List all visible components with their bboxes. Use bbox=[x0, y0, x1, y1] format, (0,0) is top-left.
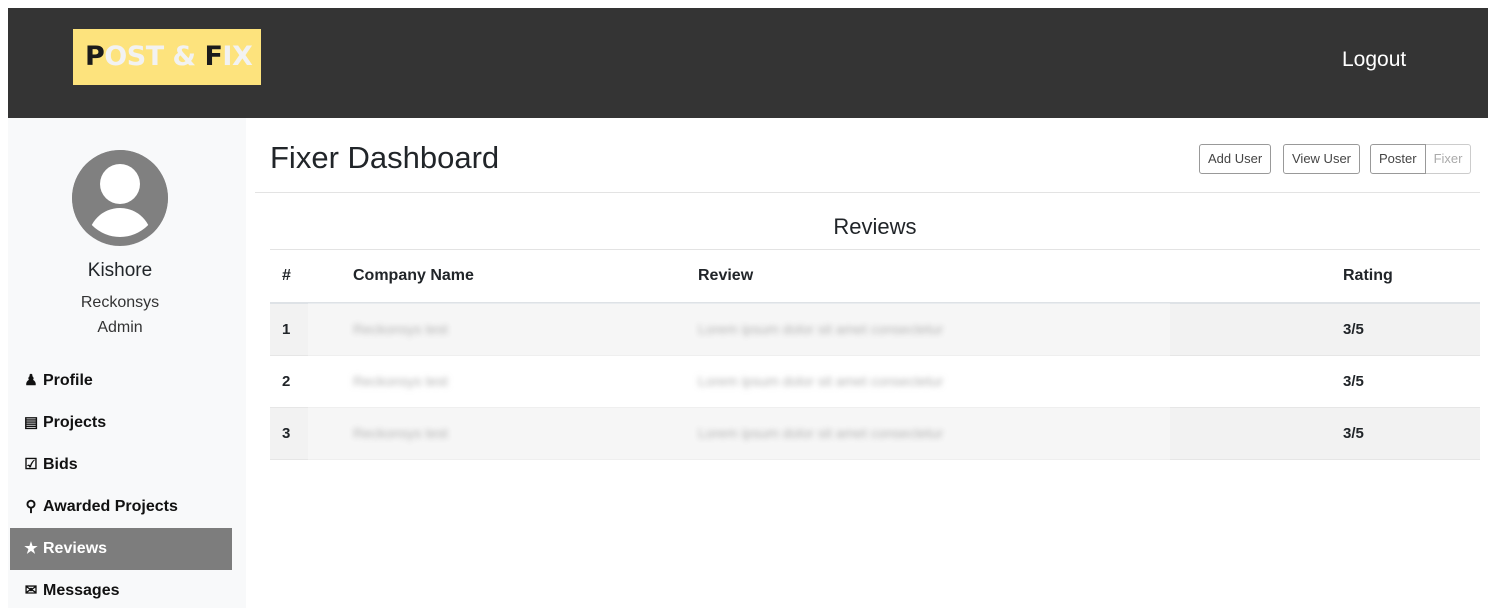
view-user-button[interactable]: View User bbox=[1283, 144, 1361, 174]
add-user-group: Add User bbox=[1199, 144, 1272, 174]
sidebar-item-bids[interactable]: ☑ Bids bbox=[10, 444, 232, 486]
user-icon: ♟ bbox=[24, 372, 38, 389]
row-number: 3 bbox=[282, 425, 291, 442]
rating: 3/5 bbox=[1343, 321, 1364, 338]
user-role: Admin bbox=[97, 319, 143, 336]
sidebar-nav: ♟ Profile ▤ Projects ☑ Bids ⚲ Awarded Pr… bbox=[10, 360, 232, 612]
table-header-row: # Company Name Review Rating bbox=[270, 249, 1480, 304]
table-row: 3 Reckonsys test Lorem ipsum dolor sit a… bbox=[270, 407, 1480, 460]
row-number: 1 bbox=[282, 321, 291, 338]
user-name: Kishore bbox=[87, 260, 153, 281]
sidebar-item-projects[interactable]: ▤ Projects bbox=[10, 402, 232, 444]
column-header-review: Review bbox=[698, 249, 1343, 304]
sidebar-item-label: Messages bbox=[43, 582, 120, 599]
user-company: Reckonsys bbox=[80, 294, 160, 311]
table-row: 1 Reckonsys test Lorem ipsum dolor sit a… bbox=[270, 303, 1480, 356]
logout-link[interactable]: Logout bbox=[1342, 48, 1406, 72]
column-header-rating: Rating bbox=[1343, 249, 1480, 304]
row-number: 2 bbox=[282, 373, 291, 390]
sidebar-item-label: Projects bbox=[43, 414, 107, 431]
sidebar-item-messages[interactable]: ✉ Messages bbox=[10, 570, 232, 612]
rating: 3/5 bbox=[1343, 425, 1364, 442]
reviews-table: # Company Name Review Rating 1 Reckonsys… bbox=[270, 249, 1480, 460]
rating: 3/5 bbox=[1343, 373, 1364, 390]
company-name: Reckonsys test bbox=[353, 373, 448, 389]
poster-button[interactable]: Poster bbox=[1370, 144, 1426, 174]
sidebar-item-label: Reviews bbox=[43, 540, 108, 557]
page-title: Fixer Dashboard bbox=[270, 140, 500, 175]
envelope-icon: ✉ bbox=[24, 582, 38, 599]
avatar bbox=[72, 150, 168, 246]
clipboard-check-icon: ☑ bbox=[24, 456, 38, 473]
view-user-group: View User bbox=[1283, 144, 1361, 174]
add-user-button[interactable]: Add User bbox=[1199, 144, 1272, 174]
role-toggle: Poster Fixer bbox=[1370, 144, 1472, 174]
company-name: Reckonsys test bbox=[353, 321, 448, 337]
logo[interactable]: POST & FIX bbox=[73, 29, 261, 85]
award-icon: ⚲ bbox=[25, 498, 37, 515]
review-text: Lorem ipsum dolor sit amet consectetur bbox=[698, 425, 944, 441]
fixer-button[interactable]: Fixer bbox=[1425, 144, 1472, 174]
review-text: Lorem ipsum dolor sit amet consectetur bbox=[698, 373, 944, 389]
sidebar-item-label: Awarded Projects bbox=[43, 498, 178, 515]
review-text: Lorem ipsum dolor sit amet consectetur bbox=[698, 321, 944, 337]
sidebar-item-reviews[interactable]: ★ Reviews bbox=[10, 528, 232, 570]
sidebar-item-profile[interactable]: ♟ Profile bbox=[10, 360, 232, 402]
clipboard-list-icon: ▤ bbox=[24, 414, 39, 431]
sidebar-item-awarded-projects[interactable]: ⚲ Awarded Projects bbox=[10, 486, 232, 528]
column-header-company: Company Name bbox=[353, 249, 698, 304]
column-header-number: # bbox=[270, 249, 353, 304]
top-navbar: POST & FIX Logout bbox=[8, 8, 1488, 118]
divider bbox=[255, 192, 1480, 193]
sidebar-item-label: Bids bbox=[43, 456, 78, 473]
table-row: 2 Reckonsys test Lorem ipsum dolor sit a… bbox=[270, 356, 1480, 408]
company-name: Reckonsys test bbox=[353, 425, 448, 441]
sidebar-item-label: Profile bbox=[43, 372, 93, 389]
sidebar: Kishore Reckonsys Admin ♟ Profile ▤ Proj… bbox=[8, 118, 246, 608]
reviews-heading: Reviews bbox=[833, 214, 917, 239]
star-icon: ★ bbox=[24, 540, 38, 557]
